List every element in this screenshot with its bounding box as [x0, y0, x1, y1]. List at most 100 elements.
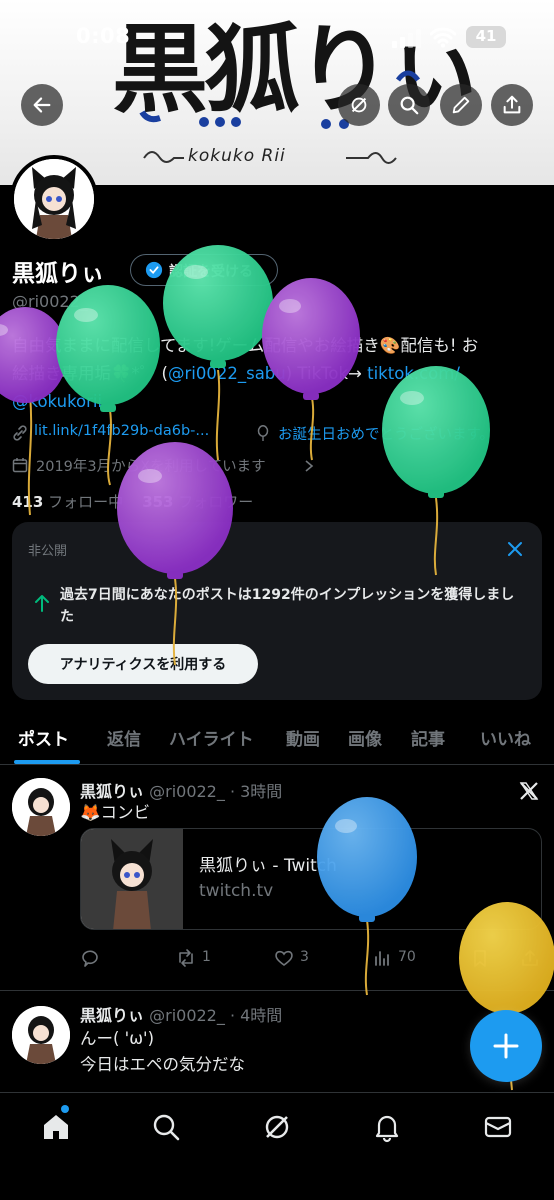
- post-header: 黒狐りぃ @ri0022_ · 4時間: [80, 1002, 282, 1026]
- views-count: 70: [398, 949, 416, 965]
- share-icon: [522, 950, 538, 966]
- tab-articles[interactable]: 記事: [411, 725, 445, 750]
- x-logo-icon: [519, 782, 539, 800]
- profile-banner[interactable]: 黒狐りぃ kokuko Rii 0:08 41: [0, 0, 554, 185]
- views-chart-icon: [375, 951, 389, 966]
- post-text-line-2: 今日はエペの気分だな: [80, 1055, 245, 1074]
- followers-label: フォロワー: [178, 493, 254, 511]
- pencil-icon: [452, 96, 470, 114]
- home-notification-dot: [61, 1105, 69, 1113]
- profile-meta-row: lit.link/1f4fb29b-da6b-... お誕生日おめでとうございま…: [12, 423, 542, 445]
- analytics-button[interactable]: アナリティクスを利用する: [28, 644, 258, 684]
- followers-link[interactable]: 353 フォロワー: [142, 493, 253, 511]
- bio-tiktok-link-cont[interactable]: @kokukorii: [12, 388, 532, 416]
- plus-icon: [493, 1033, 519, 1059]
- profile-birthday[interactable]: お誕生日おめでとうございます。: [278, 423, 494, 444]
- balloon-icon: [257, 425, 269, 441]
- post-link-card[interactable]: 黒狐りぃ - Twitch twitch.tv: [80, 828, 542, 930]
- post-divider: [0, 990, 554, 991]
- share-button[interactable]: [491, 84, 533, 126]
- followers-count: 353: [142, 493, 174, 511]
- following-label: フォロー中: [48, 493, 124, 511]
- banner-subtitle-text: kokuko Rii: [188, 146, 286, 166]
- bottom-navigation: [0, 1092, 554, 1200]
- cellular-signal-icon: [392, 29, 421, 48]
- tab-images[interactable]: 画像: [348, 725, 382, 750]
- post-header: 黒狐りぃ @ri0022_ · 3時間: [80, 778, 282, 802]
- post-text-line-1: んー( 'ω'): [80, 1029, 155, 1048]
- bookmark-icon: [474, 950, 486, 967]
- search-icon[interactable]: [150, 1111, 182, 1143]
- wifi-icon: [430, 27, 456, 48]
- avatar-character-image: [14, 159, 94, 239]
- profile-joined-date: 2019年3月からXを利用しています: [36, 459, 266, 475]
- analytics-button-label: アナリティクスを利用する: [59, 657, 227, 673]
- analytics-message: 過去7日間にあなたのポストは1292件のインプレッションを獲得しました: [60, 587, 515, 625]
- bio-mention-link[interactable]: @ri0022_sabu: [168, 364, 286, 383]
- bio-line-2-tiktok: ) TikTok→: [285, 364, 368, 383]
- repost-icon: [179, 949, 193, 967]
- reply-icon: [82, 950, 98, 967]
- search-button[interactable]: [388, 84, 430, 126]
- profile-handle: @ri0022_: [12, 292, 88, 311]
- grok-icon: [351, 97, 367, 113]
- post-handle-time: @ri0022_ · 3時間: [149, 782, 283, 801]
- profile-avatar[interactable]: [10, 155, 98, 243]
- messages-envelope-icon[interactable]: [482, 1111, 514, 1143]
- edit-profile-button[interactable]: [440, 84, 482, 126]
- post-author[interactable]: 黒狐りぃ: [80, 782, 144, 801]
- post-avatar[interactable]: [12, 778, 70, 836]
- share-icon: [503, 95, 521, 114]
- profile-joined-row[interactable]: 2019年3月からXを利用しています: [12, 455, 412, 477]
- link-card-domain: twitch.tv: [199, 881, 274, 901]
- link-icon: [13, 425, 27, 441]
- arrow-left-icon: [33, 97, 51, 113]
- tab-highlights[interactable]: ハイライト: [169, 725, 254, 750]
- post-handle-time: @ri0022_ · 4時間: [149, 1006, 283, 1025]
- banner-subtitle: kokuko Rii: [140, 140, 430, 176]
- battery-level: 41: [475, 27, 497, 45]
- post-author[interactable]: 黒狐りぃ: [80, 1006, 144, 1025]
- verified-badge-icon: [145, 261, 163, 279]
- post-text: 🦊コンビ: [80, 803, 151, 822]
- heart-icon: [275, 950, 293, 966]
- compose-button[interactable]: [470, 1010, 542, 1082]
- link-card-title: 黒狐りぃ - Twitch: [199, 856, 337, 876]
- link-card-thumbnail: [81, 829, 183, 929]
- get-verified-button[interactable]: 認証を受ける: [130, 254, 278, 286]
- profile-tabs: ポスト 返信 ハイライト 動画 画像 記事 いいね: [0, 713, 554, 765]
- analytics-card: 非公開 過去7日間にあなたのポストは1292件のインプレッションを獲得しました …: [12, 522, 542, 700]
- profile-name: 黒狐りぃ: [12, 261, 104, 287]
- bio-tiktok-link[interactable]: tiktok.com/: [367, 364, 460, 383]
- active-tab-indicator: [14, 760, 80, 764]
- status-time: 0:08: [76, 24, 131, 48]
- analytics-private-label: 非公開: [28, 544, 68, 559]
- post-avatar-image: [12, 778, 70, 836]
- following-link[interactable]: 413 フォロー中: [12, 493, 123, 511]
- post-actions: 1 3 70: [80, 946, 550, 972]
- follow-stats: 413 フォロー中 353 フォロワー: [12, 491, 253, 512]
- tab-posts[interactable]: ポスト: [18, 725, 69, 750]
- post-avatar[interactable]: [12, 1006, 70, 1064]
- bio-line-2: 絵描き専用垢🍀*゜ (@ri0022_sabu) TikTok→ tiktok.…: [12, 360, 532, 388]
- post-avatar-image: [12, 1006, 70, 1064]
- post-item[interactable]: 黒狐りぃ @ri0022_ · 3時間 🦊コンビ 黒狐りぃ - Twitch t…: [0, 778, 554, 988]
- close-icon[interactable]: [504, 538, 526, 560]
- tab-videos[interactable]: 動画: [286, 725, 320, 750]
- search-icon: [400, 96, 419, 115]
- status-bar: 0:08 41: [0, 20, 554, 56]
- grok-button[interactable]: [338, 84, 380, 126]
- tab-likes[interactable]: いいね: [480, 725, 531, 750]
- grok-icon[interactable]: [261, 1111, 293, 1143]
- profile-website-link[interactable]: lit.link/1f4fb29b-da6b-...: [34, 423, 209, 439]
- repost-count: 1: [202, 949, 211, 965]
- tab-replies[interactable]: 返信: [107, 725, 141, 750]
- like-count: 3: [300, 949, 309, 965]
- back-button[interactable]: [21, 84, 63, 126]
- profile-bio: 自由気ままに配信してます!ゲーム配信やお絵描き🎨配信も! お 絵描き専用垢🍀*゜…: [12, 332, 532, 416]
- battery-icon: 41: [466, 26, 506, 48]
- following-count: 413: [12, 493, 44, 511]
- notifications-bell-icon[interactable]: [371, 1111, 403, 1143]
- link-card-character-image: [81, 829, 183, 929]
- home-icon[interactable]: [40, 1111, 72, 1143]
